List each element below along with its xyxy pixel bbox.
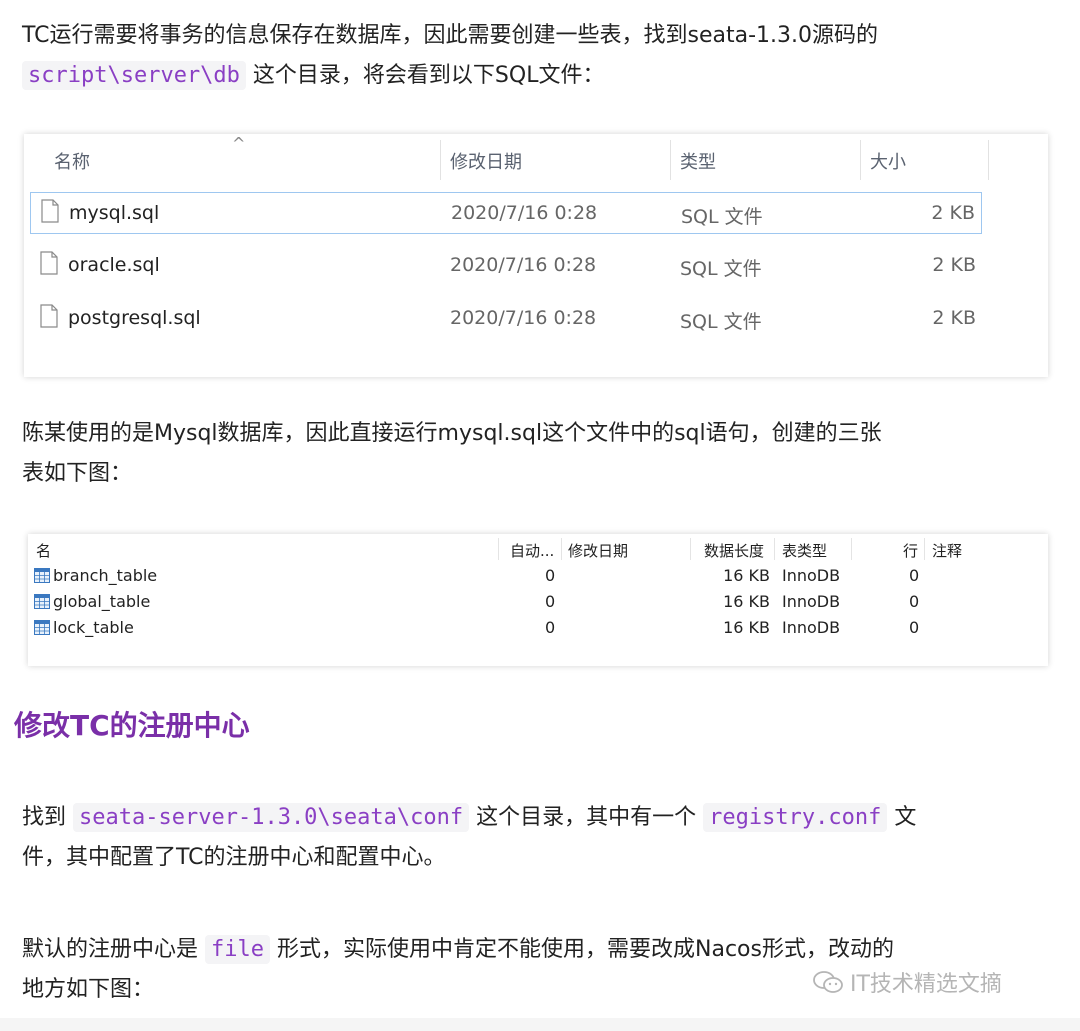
file-row[interactable]: postgresql.sql 2020/7/16 0:28 SQL 文件 2 K… [30, 298, 982, 340]
column-divider[interactable] [988, 140, 989, 180]
file-type: SQL 文件 [681, 206, 763, 228]
paragraph-text: 默认的注册中心是 [22, 937, 199, 962]
column-header-date[interactable]: 修改日期 [450, 148, 522, 174]
table-icon [34, 620, 50, 635]
file-explorer-panel: ^ 名称 修改日期 类型 大小 mysql.sql 2020/7/16 0:28… [24, 134, 1048, 377]
paragraph-text: 件，其中配置了TC的注册中心和配置中心。 [22, 845, 446, 870]
column-header-auto-increment[interactable]: 自动... [510, 540, 554, 561]
paragraph-text: TC运行需要将事务的信息保存在数据库，因此需要创建一些表，找到seata-1.3… [22, 23, 879, 48]
inline-code-keyword: file [205, 935, 270, 964]
column-divider[interactable] [851, 538, 852, 560]
file-type: SQL 文件 [680, 311, 762, 333]
table-name: global_table [53, 592, 151, 611]
rows-value: 0 [909, 618, 920, 637]
table-icon [34, 594, 50, 609]
document-icon [40, 251, 58, 275]
paragraph-text: 表如下图： [22, 461, 133, 486]
column-divider[interactable] [690, 538, 691, 560]
paragraph-text: 这个目录，其中有一个 [476, 805, 697, 830]
column-divider[interactable] [561, 538, 562, 560]
column-header-type[interactable]: 类型 [680, 148, 716, 174]
table-name: branch_table [53, 566, 158, 585]
engine-value: InnoDB [782, 566, 841, 585]
paragraph-registry: 找到 seata-server-1.3.0\seata\conf 这个目录，其中… [22, 798, 1052, 878]
section-heading: 修改TC的注册中心 [14, 709, 250, 742]
rows-value: 0 [909, 566, 920, 585]
column-header-name[interactable]: 名 [36, 540, 51, 561]
inline-code-path: seata-server-1.3.0\seata\conf [73, 803, 470, 832]
explorer-header: ^ 名称 修改日期 类型 大小 [24, 134, 1048, 184]
watermark-text: IT技术精选文摘 [850, 972, 1002, 997]
file-size: 2 KB [931, 202, 975, 224]
table-row[interactable]: branch_table 0 16 KB InnoDB 0 [28, 564, 1048, 590]
data-length-value: 16 KB [723, 592, 770, 611]
column-divider[interactable] [860, 140, 861, 180]
file-date: 2020/7/16 0:28 [450, 307, 597, 329]
wechat-icon [813, 971, 843, 993]
paragraph-text: 地方如下图： [22, 977, 155, 1002]
column-header-modified-date[interactable]: 修改日期 [568, 540, 628, 561]
auto-increment-value: 0 [545, 592, 556, 611]
file-row[interactable]: oracle.sql 2020/7/16 0:28 SQL 文件 2 KB [30, 245, 982, 287]
engine-value: InnoDB [782, 592, 841, 611]
column-divider[interactable] [774, 538, 775, 560]
column-header-data-length[interactable]: 数据长度 [704, 540, 764, 561]
paragraph-text: 找到 [22, 805, 67, 830]
engine-value: InnoDB [782, 618, 841, 637]
data-length-value: 16 KB [723, 566, 770, 585]
table-name: lock_table [53, 618, 134, 637]
file-size: 2 KB [932, 254, 976, 276]
paragraph-text: 这个目录，将会看到以下SQL文件： [252, 63, 605, 88]
file-type: SQL 文件 [680, 258, 762, 280]
database-table-list: 名 自动... 修改日期 数据长度 表类型 行 注释 branch_table … [28, 534, 1048, 666]
document-icon [41, 199, 59, 223]
table-icon [34, 568, 50, 583]
inline-code-filename: registry.conf [703, 803, 888, 832]
file-date: 2020/7/16 0:28 [451, 202, 598, 224]
auto-increment-value: 0 [545, 566, 556, 585]
document-icon [40, 304, 58, 328]
watermark: IT技术精选文摘 [812, 966, 1002, 998]
column-header-comment[interactable]: 注释 [932, 540, 962, 561]
paragraph-intro: TC运行需要将事务的信息保存在数据库，因此需要创建一些表，找到seata-1.3… [22, 16, 1052, 96]
paragraph-mysql: 陈某使用的是Mysql数据库，因此直接运行mysql.sql这个文件中的sql语… [22, 414, 1052, 494]
code-block-edge [0, 1018, 1080, 1031]
table-row[interactable]: global_table 0 16 KB InnoDB 0 [28, 590, 1048, 616]
column-divider[interactable] [924, 538, 925, 560]
file-date: 2020/7/16 0:28 [450, 254, 597, 276]
data-length-value: 16 KB [723, 618, 770, 637]
inline-code-path: script\server\db [22, 61, 246, 90]
file-row[interactable]: mysql.sql 2020/7/16 0:28 SQL 文件 2 KB [30, 192, 982, 234]
table-row[interactable]: lock_table 0 16 KB InnoDB 0 [28, 616, 1048, 642]
column-header-engine[interactable]: 表类型 [782, 540, 827, 561]
column-divider[interactable] [670, 140, 671, 180]
sort-ascending-icon[interactable]: ^ [232, 134, 245, 153]
paragraph-text: 形式，实际使用中肯定不能使用，需要改成Nacos形式，改动的 [277, 937, 894, 962]
paragraph-text: 文 [894, 805, 917, 830]
column-header-rows[interactable]: 行 [903, 540, 918, 561]
column-divider[interactable] [498, 538, 499, 560]
file-size: 2 KB [932, 307, 976, 329]
column-header-size[interactable]: 大小 [870, 148, 906, 174]
file-name: oracle.sql [68, 254, 160, 276]
column-header-name[interactable]: 名称 [54, 148, 90, 174]
auto-increment-value: 0 [545, 618, 556, 637]
paragraph-text: 陈某使用的是Mysql数据库，因此直接运行mysql.sql这个文件中的sql语… [22, 421, 882, 446]
file-name: mysql.sql [69, 202, 160, 224]
rows-value: 0 [909, 592, 920, 611]
column-divider[interactable] [440, 140, 441, 180]
file-name: postgresql.sql [68, 307, 201, 329]
